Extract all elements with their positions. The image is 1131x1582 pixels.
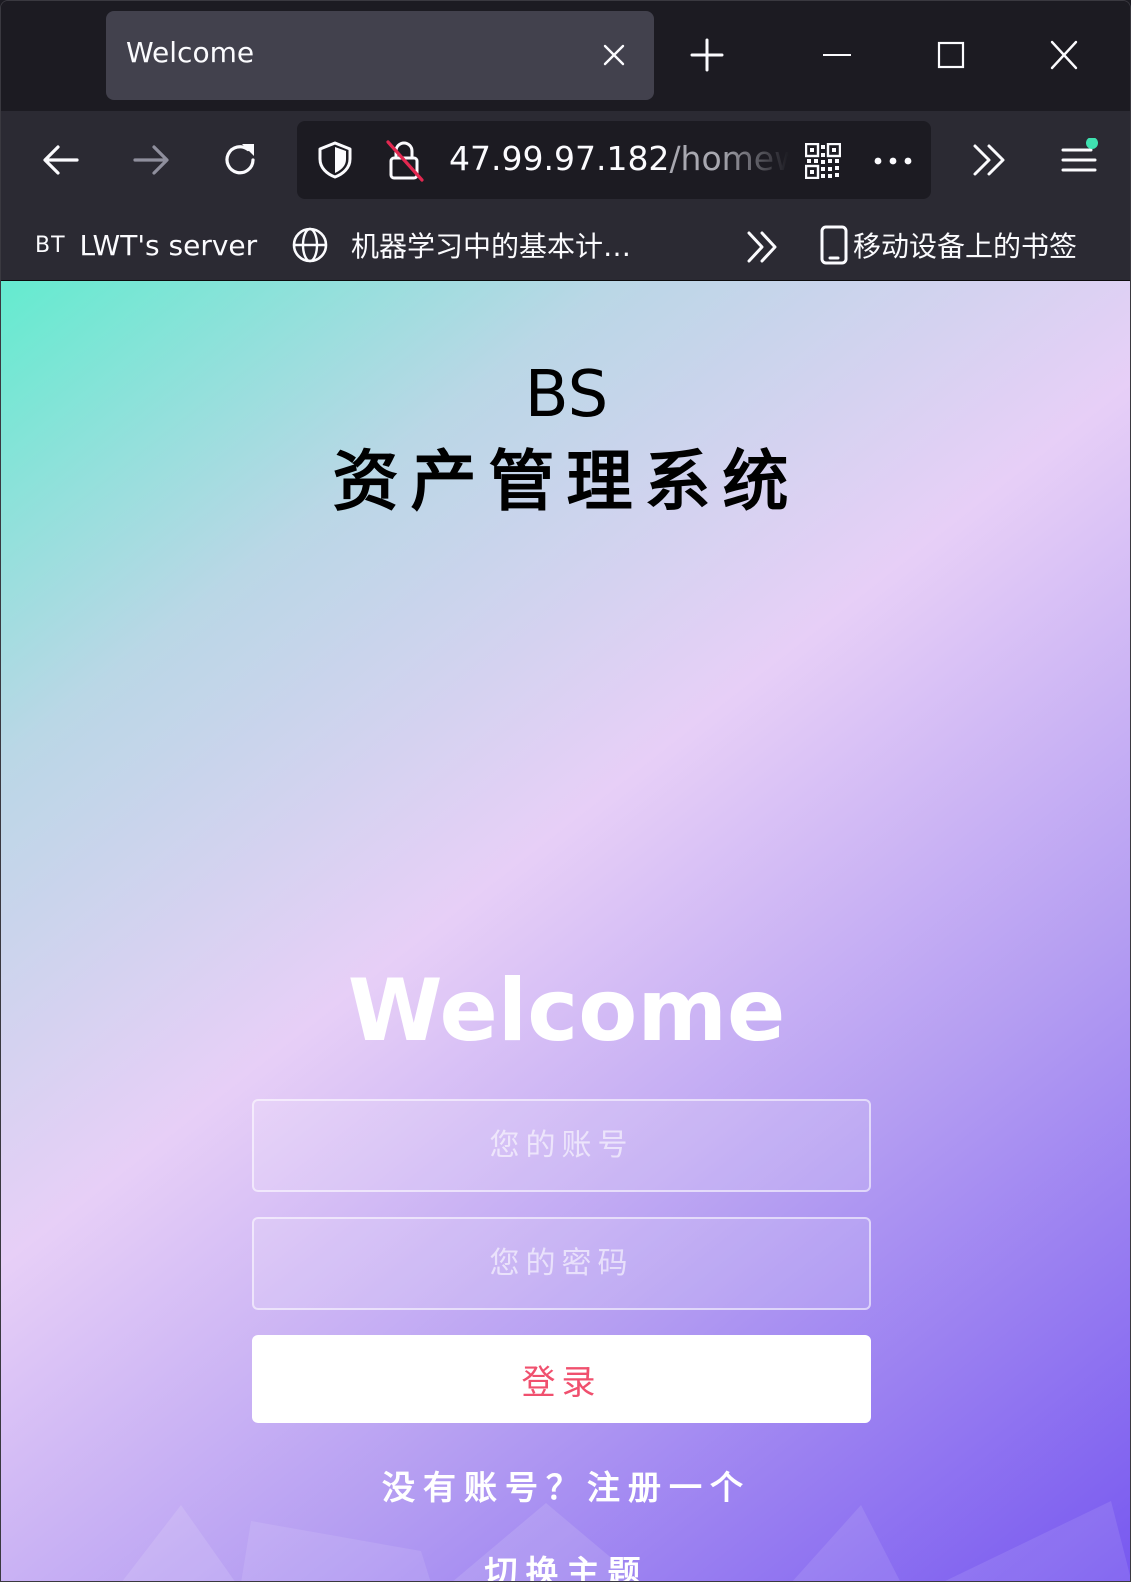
close-tab-icon[interactable] [600,41,628,69]
shield-icon[interactable] [315,140,355,180]
maximize-icon[interactable] [933,35,969,75]
reload-icon[interactable] [218,138,262,182]
password-input[interactable] [252,1217,871,1310]
mobile-device-icon [820,225,848,265]
forward-icon[interactable] [129,138,173,182]
new-tab-icon[interactable] [687,35,727,75]
register-link[interactable]: 没有账号？注册一个 [1,1461,1130,1509]
address-bar[interactable]: 47.99.97.182/homew [297,121,931,199]
welcome-heading: Welcome [347,961,786,1061]
username-input[interactable] [252,1099,871,1192]
bookmark-lwt-server[interactable]: BT LWT's server [35,225,257,265]
bt-icon: BT [35,232,66,258]
bookmark-label: LWT's server [79,228,258,262]
switch-theme-link[interactable]: 切换主题 [1,1546,1130,1581]
login-button[interactable]: 登录 [252,1335,871,1423]
system-title: 资产管理系统 [332,442,801,520]
page-content: BS 资产管理系统 Welcome 登录 没有账号？注册一个 切换主题 [1,281,1130,1581]
url-host: 47.99.97.182 [449,139,670,178]
tab-bar: Welcome [1,1,1130,111]
overflow-chevron-icon[interactable] [967,138,1011,182]
browser-window: Welcome 47.99.97.182/homew BT LWT's serv… [0,0,1131,1582]
mobile-bookmarks-label: 移动设备上的书签 [853,230,1078,263]
bookmarks-toolbar: BT LWT's server 机器学习中的基本计… 移动设备上的书签 [1,209,1130,281]
bookmarks-overflow-icon[interactable] [743,227,783,267]
brand-title: BS [524,358,609,432]
mobile-bookmarks[interactable]: 移动设备上的书签 [819,225,1077,265]
url-path: /homew [669,139,789,178]
qr-code-icon[interactable] [805,143,841,179]
bookmark-label: 机器学习中的基本计… [351,230,632,263]
insecure-lock-icon[interactable] [385,139,425,183]
back-icon[interactable] [39,138,83,182]
tab-welcome[interactable]: Welcome [106,11,654,100]
more-options-icon[interactable] [873,155,913,167]
tab-title: Welcome [126,36,255,69]
bookmark-machine-learning[interactable]: 机器学习中的基本计… [291,225,631,265]
navigation-toolbar: 47.99.97.182/homew [1,111,1130,209]
globe-icon [292,227,328,263]
close-window-icon[interactable] [1046,35,1082,75]
url-text[interactable]: 47.99.97.182/homew [449,139,789,178]
menu-icon[interactable] [1057,138,1101,182]
minimize-icon[interactable] [819,35,855,75]
